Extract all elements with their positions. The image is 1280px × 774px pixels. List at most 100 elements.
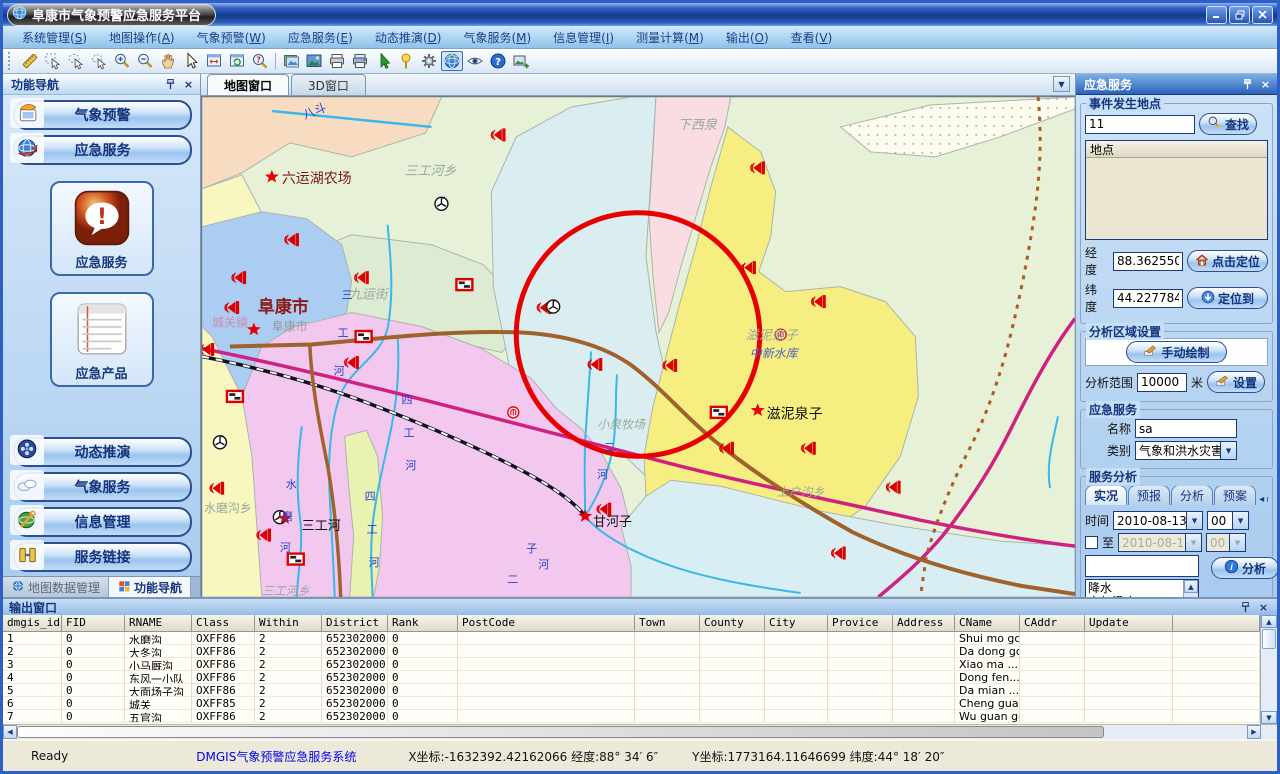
table-row[interactable]: 50大面场子沟OXFF8626523020000Da mian ... [3,684,1260,697]
table-row[interactable]: 10水磨沟OXFF8626523020000Shui mo gou [3,632,1260,645]
menu-item-8[interactable]: 输出(O) [715,27,780,48]
select-free-icon[interactable] [88,51,110,71]
close-button[interactable] [1252,6,1273,24]
vertical-scrollbar[interactable]: ▲ ▼ [1260,615,1277,724]
map-tab-1[interactable]: 3D窗口 [291,74,366,95]
sidebar-item-bottom-1[interactable]: 气象服务 [13,472,192,502]
zoom-out-icon[interactable] [134,51,156,71]
flag-marker[interactable] [356,331,372,342]
add-image-icon[interactable] [510,51,532,71]
menu-item-5[interactable]: 气象服务(M) [452,27,542,48]
select-lasso-icon[interactable] [65,51,87,71]
time-hour-combo[interactable]: 00 ▼ [1207,511,1249,530]
refresh-icon[interactable] [226,51,248,71]
column-header-dmgis_id[interactable]: dmgis_id [3,615,62,632]
column-header-FID[interactable]: FID [62,615,125,632]
sidebar-item-top-0[interactable]: 气象预警 [13,100,192,130]
scrollbar-thumb[interactable] [17,726,1104,738]
scroll-up-icon[interactable]: ▲ [1261,615,1277,628]
close-panel-icon[interactable]: × [181,77,196,91]
scroll-up-icon[interactable]: ▲ [1184,580,1198,593]
big-button-0[interactable]: !应急服务 [50,181,154,276]
analysis-tab-2[interactable]: 分析 [1171,486,1213,505]
table-row[interactable]: 60城关OXFF8526523020000Cheng guan [3,697,1260,710]
listbox-scrollbar[interactable]: ▲ ▼ [1183,580,1198,597]
time-date-combo[interactable]: 2010-08-13 ▼ [1113,511,1203,530]
menu-item-1[interactable]: 地图操作(A) [98,27,186,48]
measure-icon[interactable] [19,51,41,71]
table-row[interactable]: 20大冬沟OXFF8626523020000Da dong gou [3,645,1260,658]
column-header-Rank[interactable]: Rank [388,615,458,632]
click-locate-button[interactable]: 点击定位 [1187,250,1268,272]
service-type-combo[interactable]: 气象和洪水灾害 ▼ [1135,441,1237,460]
tab-scroll-arrows[interactable]: ◂ ▸ [1257,494,1268,505]
column-header-Within[interactable]: Within [255,615,322,632]
list-item[interactable]: 降水 [1088,581,1181,595]
map-dropdown-icon[interactable]: ▼ [1053,76,1070,92]
minimize-button[interactable] [1206,6,1227,24]
column-header-Town[interactable]: Town [635,615,700,632]
service-name-input[interactable] [1135,419,1237,438]
menu-item-9[interactable]: 查看(V) [780,27,844,48]
element-combo[interactable] [1085,555,1199,577]
longitude-input[interactable] [1113,252,1183,271]
mill-marker[interactable] [547,300,560,313]
list-item[interactable]: 空气温度 [1088,595,1181,597]
big-button-1[interactable]: 应急产品 [50,292,154,387]
scroll-left-icon[interactable]: ◀ [3,725,17,739]
analysis-tab-0[interactable]: 实况 [1085,486,1127,505]
analyze-button[interactable]: i 分析 [1211,557,1277,579]
chevron-down-icon[interactable]: ▼ [1220,442,1236,459]
eye-icon[interactable] [464,51,486,71]
column-header-CAddr[interactable]: CAddr [1020,615,1085,632]
full-extent-icon[interactable] [203,51,225,71]
latitude-input[interactable] [1113,289,1183,308]
print-map-icon[interactable] [349,51,371,71]
column-header-CName[interactable]: CName [955,615,1020,632]
set-range-button[interactable]: 设置 [1207,371,1265,393]
scroll-right-icon[interactable]: ▶ [1247,725,1261,739]
menu-item-3[interactable]: 应急服务(E) [277,27,364,48]
scroll-down-icon[interactable]: ▼ [1261,711,1277,724]
menu-item-0[interactable]: 系统管理(S) [11,27,98,48]
map-tab-0[interactable]: 地图窗口 [207,74,289,95]
flag-marker[interactable] [711,407,727,418]
green-pointer-icon[interactable] [372,51,394,71]
location-list[interactable]: 地点 [1085,140,1268,240]
search-button[interactable]: 查找 [1199,113,1257,135]
output-table[interactable]: dmgis_idFIDRNAMEClassWithinDistrictRankP… [3,615,1260,724]
column-header-County[interactable]: County [700,615,765,632]
to-date-combo[interactable]: 2010-08-13 ▼ [1118,533,1202,552]
manual-draw-button[interactable]: 手动绘制 [1126,341,1226,363]
horizontal-scrollbar[interactable]: ◀ ▶ [3,724,1277,739]
column-header-District[interactable]: District [322,615,388,632]
table-row[interactable]: 70五官沟OXFF8626523020000Wu guan gou [3,710,1260,723]
restore-button[interactable] [1229,6,1250,24]
identify-icon[interactable]: ? [249,51,271,71]
layers-icon[interactable] [280,51,302,71]
column-header-City[interactable]: City [765,615,828,632]
toolbar-grip[interactable] [8,52,15,70]
sidebar-item-bottom-0[interactable]: 动态推演 [13,437,192,467]
flag-marker[interactable] [227,391,243,402]
to-checkbox[interactable] [1085,536,1098,549]
to-hour-combo[interactable]: 00 ▼ [1206,533,1246,552]
map-viewport[interactable]: 八斗六运湖农场三工河乡下西泉九运街阜康市阜康市城关镇滋泥泉子中新水库滋泥泉子小泉… [201,96,1075,597]
analysis-tab-1[interactable]: 预报 [1128,486,1170,505]
sidebar-item-bottom-2[interactable]: 信息管理 [13,507,192,537]
range-input[interactable] [1137,373,1187,392]
column-header-Address[interactable]: Address [893,615,955,632]
menu-item-6[interactable]: 信息管理(I) [542,27,625,48]
select-rect-icon[interactable] [42,51,64,71]
pin-icon[interactable] [1238,600,1253,614]
flag-marker[interactable] [456,279,472,290]
menu-item-7[interactable]: 测量计算(M) [625,27,715,48]
column-header-Provice[interactable]: Provice [828,615,893,632]
zoom-in-icon[interactable] [111,51,133,71]
locate-to-button[interactable]: 定位到 [1187,287,1268,309]
left-tab-0[interactable]: 地图数据管理 [3,577,109,597]
close-panel-icon[interactable]: × [1258,77,1273,91]
column-header-PostCode[interactable]: PostCode [458,615,635,632]
help-icon[interactable]: ? [487,51,509,71]
location-search-input[interactable] [1085,115,1195,134]
